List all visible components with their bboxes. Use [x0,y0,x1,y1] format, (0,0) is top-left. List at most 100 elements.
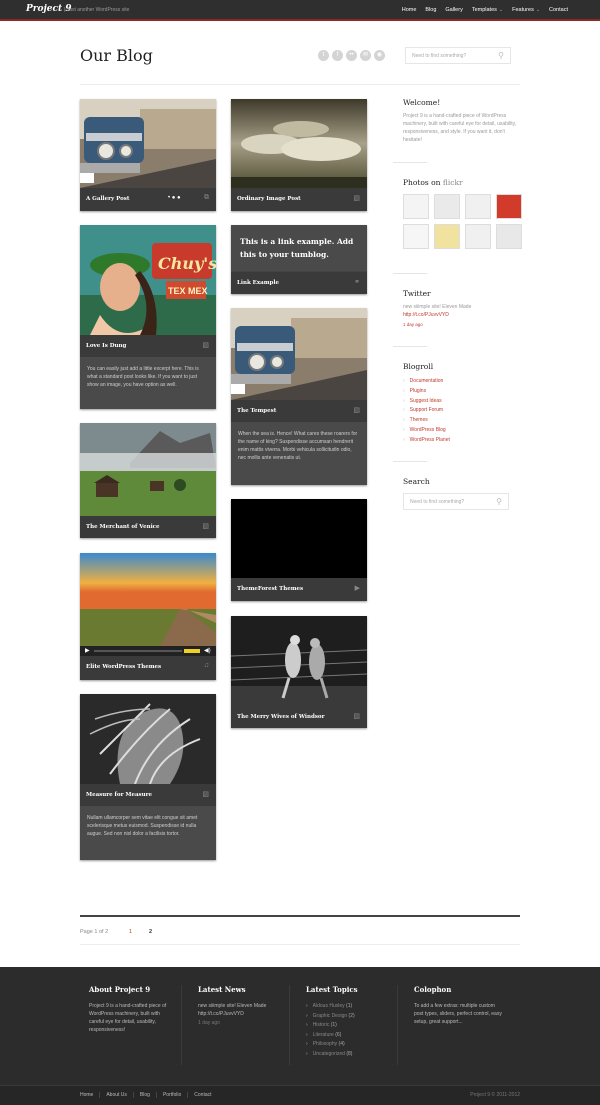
blogroll-link[interactable]: Documentation [403,377,450,387]
nav-blog[interactable]: Blog [425,7,436,13]
slider-dots[interactable]: • ● ● [168,195,181,201]
post-card-measure-for-measure[interactable]: Measure for Measure ▧ Nullam ullamcorper… [80,694,216,860]
gallery-icon: ⧉ [204,194,209,201]
audio-progress-track[interactable] [94,650,182,652]
post-title[interactable]: Measure for Measure [86,792,152,798]
flickr-thumb[interactable] [434,224,460,249]
audio-player[interactable]: ▶ ◀) [80,646,216,656]
sidebar-search-input[interactable]: Need to find something? ⚲ [403,493,509,510]
post-title[interactable]: The Tempest [237,408,276,414]
link-box[interactable]: This is a link example. Add this to your… [231,225,367,271]
rss-icon[interactable]: ◉ [374,50,385,61]
nav-gallery[interactable]: Gallery [445,7,462,13]
footer-about-text: Project 9 is a hand-crafted piece of Wor… [89,1003,167,1033]
sidebar-welcome-title: Welcome! [403,98,441,107]
post-image-woman: Chuy's TEX MEX [80,225,216,335]
post-title[interactable]: Ordinary Image Post [237,196,301,202]
post-title[interactable]: Link Example [237,280,279,286]
blogroll-link[interactable]: Support Forum [403,406,450,416]
sidebar-blogroll-title: Blogroll [403,362,434,371]
footer-link-about[interactable]: About Us [100,1092,134,1098]
nav-contact[interactable]: Contact [549,7,568,13]
topic-link[interactable]: Philosophy (4) [306,1040,396,1050]
top-bar: Project 9 | Just another WordPress site … [0,0,600,21]
blogroll-link[interactable]: WordPress Blog [403,426,450,436]
blogroll-link[interactable]: Suggest Ideas [403,397,450,407]
social-icons: t f •• ✉ ◉ [318,50,385,61]
sidebar-divider [393,461,427,462]
flickr-title-text: Photos on [403,178,441,187]
svg-text:Chuy's: Chuy's [158,254,216,273]
topic-link[interactable]: Aldous Huxley (1) [306,1002,396,1012]
flickr-thumb[interactable] [434,194,460,219]
search-icon[interactable]: ⚲ [496,497,502,506]
post-card-the-tempest[interactable]: The Tempest ▧ When the sea is. Hence! Wh… [231,308,367,485]
footer-link-portfolio[interactable]: Portfolio [157,1092,189,1098]
email-icon[interactable]: ✉ [360,50,371,61]
pagination-label: Page 1 of 2 [80,929,109,935]
post-title-bar: The Tempest ▧ [231,400,367,422]
tweet-link[interactable]: http://t.co/PJuvvVYD [403,312,449,318]
nav-features[interactable]: Features ⌄ [512,7,540,13]
header-search-input[interactable]: Need to find something? ⚲ [405,47,511,64]
footer-news-text[interactable]: new siiimple site! Eleven Made http://t.… [198,1002,288,1018]
post-title[interactable]: The Merry Wives of Windsor [237,714,325,720]
post-card-merchant-of-venice[interactable]: The Merchant of Venice ▧ [80,423,216,538]
topic-link[interactable]: Graphic Design (2) [306,1012,396,1022]
tweet-time[interactable]: 1 day ago [403,321,521,329]
post-title[interactable]: Love Is Dung [86,343,126,349]
footer-link-contact[interactable]: Contact [188,1092,217,1098]
post-card-merry-wives[interactable]: The Merry Wives of Windsor ▧ [231,616,367,728]
play-icon[interactable]: ▶ [85,647,90,654]
audio-icon: ♫ [203,662,209,669]
post-image-car [80,99,216,188]
footer-news: Latest News new siiimple site! Eleven Ma… [198,985,288,1026]
post-card-gallery[interactable]: A Gallery Post • ● ● ⧉ [80,99,216,211]
blogroll-link[interactable]: Plugins [403,387,450,397]
topic-link[interactable]: Historic (1) [306,1021,396,1031]
topic-count: (1) [346,1003,353,1009]
post-title[interactable]: The Merchant of Venice [86,524,160,530]
link-text[interactable]: This is a link example. Add this to your… [240,235,360,261]
topic-count: (6) [335,1031,342,1038]
flickr-thumb[interactable] [496,224,522,249]
post-title-bar: A Gallery Post • ● ● ⧉ [80,188,216,211]
post-card-elite-themes[interactable]: ▶ ◀) Elite WordPress Themes ♫ [80,553,216,680]
volume-icon[interactable]: ◀) [204,647,211,654]
nav-templates[interactable]: Templates ⌄ [472,7,503,13]
post-card-love-is-dung[interactable]: Chuy's TEX MEX Love Is Dung ▧ You can ea… [80,225,216,409]
pagination-page-1[interactable]: 1 [129,929,132,935]
topic-link[interactable]: Literature (6) [306,1031,396,1041]
post-card-link-example[interactable]: This is a link example. Add this to your… [231,225,367,294]
flickr-icon[interactable]: •• [346,50,357,61]
post-title[interactable]: Elite WordPress Themes [86,664,161,670]
post-image-sunset [80,553,216,646]
flickr-thumb[interactable] [496,194,522,219]
flickr-thumb[interactable] [465,224,491,249]
nav-templates-label: Templates [471,7,497,13]
footer-link-blog[interactable]: Blog [134,1092,157,1098]
pagination-page-2[interactable]: 2 [149,929,152,935]
post-card-ordinary-image[interactable]: Ordinary Image Post ▧ [231,99,367,211]
volume-bar[interactable] [184,649,200,653]
flickr-thumb[interactable] [465,194,491,219]
sidebar-welcome-text: Project 9 is a hand-crafted piece of Wor… [403,113,517,143]
video-player[interactable] [231,499,367,578]
post-card-themeforest[interactable]: ThemeForest Themes ▶ [231,499,367,601]
post-title[interactable]: A Gallery Post [86,196,129,202]
facebook-icon[interactable]: f [332,50,343,61]
pagination-top-rule [80,915,520,917]
topic-link[interactable]: Uncategorized (8) [306,1050,396,1060]
flickr-thumb[interactable] [403,224,429,249]
sidebar-divider [393,162,427,163]
blogroll-link[interactable]: WordPress Planet [403,436,450,446]
footer-news-time: 1 day ago [198,1020,220,1026]
twitter-icon[interactable]: t [318,50,329,61]
footer-link-home[interactable]: Home [80,1092,101,1098]
post-title[interactable]: ThemeForest Themes [237,586,303,592]
blogroll-link[interactable]: Themes [403,416,450,426]
flickr-thumb[interactable] [403,194,429,219]
post-title-bar: Measure for Measure ▧ [80,784,216,806]
search-icon[interactable]: ⚲ [498,51,504,60]
nav-home[interactable]: Home [402,7,417,13]
